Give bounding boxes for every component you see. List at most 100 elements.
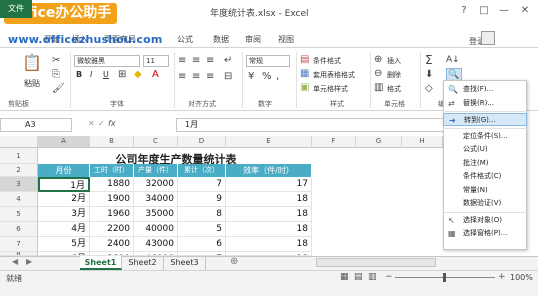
table-cell[interactable]: 18: [226, 222, 312, 237]
column-header[interactable]: A: [38, 136, 90, 148]
table-cell[interactable]: 3月: [38, 207, 90, 222]
table-cell[interactable]: 18: [226, 192, 312, 207]
table-cell[interactable]: 40000: [134, 222, 178, 237]
menu-item[interactable]: 定位条件(S)...: [443, 130, 527, 143]
conditional-format-icon[interactable]: ▤: [300, 55, 309, 65]
copy-icon[interactable]: ⎘: [52, 70, 60, 80]
column-header[interactable]: D: [178, 136, 226, 148]
clear-icon[interactable]: ◇: [425, 84, 433, 94]
percent-icon[interactable]: %: [262, 72, 272, 82]
avatar[interactable]: [481, 31, 495, 45]
row-header[interactable]: 5: [0, 207, 38, 222]
column-header[interactable]: C: [134, 136, 178, 148]
border-icon[interactable]: ⊞: [118, 70, 126, 80]
column-header[interactable]: G: [356, 136, 402, 148]
menu-item[interactable]: 条件格式(C): [443, 170, 527, 183]
sheet-title-cell[interactable]: 公司年度生产数量统计表: [39, 151, 313, 166]
table-cell[interactable]: 17: [226, 177, 312, 192]
comma-icon[interactable]: ,: [276, 72, 279, 82]
table-cell[interactable]: 1880: [90, 177, 134, 192]
table-cell[interactable]: 9: [178, 192, 226, 207]
table-header-cell[interactable]: 产量（件）: [134, 164, 178, 177]
table-cell[interactable]: 35000: [134, 207, 178, 222]
menu-item[interactable]: ➜ 转到(G)...: [443, 113, 527, 126]
horizontal-scrollbar[interactable]: [316, 258, 436, 267]
table-cell[interactable]: 6: [178, 237, 226, 252]
table-cell[interactable]: 43000: [134, 237, 178, 252]
help-button[interactable]: ?: [456, 3, 472, 19]
zoom-in-icon[interactable]: +: [498, 272, 506, 282]
column-header[interactable]: H: [402, 136, 443, 148]
tab-review[interactable]: 审阅: [245, 34, 261, 45]
name-box[interactable]: A3: [0, 118, 72, 132]
align-top-icon[interactable]: ≡: [178, 56, 186, 66]
sheet-tab-sheet2[interactable]: Sheet2: [122, 256, 164, 270]
select-all-corner[interactable]: [0, 136, 38, 148]
table-header-cell[interactable]: 月份: [38, 164, 90, 177]
page-layout-view-icon[interactable]: ▤: [354, 272, 363, 282]
format-painter-icon[interactable]: 🖌: [52, 84, 65, 94]
insert-cells-button[interactable]: 插入: [387, 56, 401, 66]
paste-label[interactable]: 粘贴: [24, 78, 40, 89]
table-format-button[interactable]: 套用表格格式: [313, 70, 355, 80]
column-header[interactable]: B: [90, 136, 134, 148]
tab-formulas[interactable]: 公式: [177, 34, 193, 45]
table-cell[interactable]: 34000: [134, 192, 178, 207]
delete-cells-button[interactable]: 删除: [387, 70, 401, 80]
table-cell[interactable]: 4月: [38, 222, 90, 237]
page-break-view-icon[interactable]: ▥: [368, 272, 377, 282]
fill-icon[interactable]: ⬇: [425, 70, 433, 80]
cell-style-icon[interactable]: ▣: [300, 83, 309, 93]
row-header[interactable]: 6: [0, 222, 38, 237]
tab-file[interactable]: 文件: [0, 0, 32, 18]
menu-item[interactable]: 常量(N): [443, 184, 527, 197]
font-size-box[interactable]: 11: [143, 55, 169, 67]
conditional-format-button[interactable]: 条件格式: [313, 56, 341, 66]
enter-formula-icon[interactable]: ✓: [98, 119, 105, 128]
cancel-formula-icon[interactable]: ✕: [88, 119, 95, 128]
number-format-box[interactable]: 常规: [246, 55, 290, 67]
merge-icon[interactable]: ⊟: [224, 72, 232, 82]
menu-item[interactable]: 数据验证(V): [443, 197, 527, 210]
table-header-cell[interactable]: 累计（次）: [178, 164, 226, 177]
row-header[interactable]: 4: [0, 192, 38, 207]
scroll-right-icon[interactable]: ▶: [26, 257, 32, 266]
minimize-button[interactable]: —: [496, 3, 512, 19]
font-name-box[interactable]: 微软雅黑: [74, 55, 140, 67]
scroll-left-icon[interactable]: ◀: [12, 257, 18, 266]
row-header[interactable]: 7: [0, 237, 38, 252]
paste-icon[interactable]: 📋: [22, 55, 42, 71]
table-header-cell[interactable]: 效率（件/时）: [226, 164, 312, 177]
table-cell[interactable]: 18: [226, 207, 312, 222]
bold-button[interactable]: B: [76, 70, 82, 79]
table-cell[interactable]: 2月: [38, 192, 90, 207]
align-middle-icon[interactable]: ≡: [192, 56, 200, 66]
normal-view-icon[interactable]: ▦: [340, 272, 349, 282]
table-cell[interactable]: 5: [178, 222, 226, 237]
fill-color-icon[interactable]: ◆: [134, 70, 142, 80]
format-cells-button[interactable]: 格式: [387, 84, 401, 94]
delete-cells-icon[interactable]: ⊖: [374, 69, 382, 79]
table-cell[interactable]: 1960: [90, 207, 134, 222]
table-cell[interactable]: 8: [178, 207, 226, 222]
menu-item[interactable]: ↖ 选择对象(O): [443, 214, 527, 227]
font-color-icon[interactable]: A: [152, 70, 159, 80]
menu-item[interactable]: 批注(M): [443, 157, 527, 170]
underline-button[interactable]: U: [103, 70, 109, 79]
insert-function-icon[interactable]: fx: [108, 119, 116, 128]
align-bottom-icon[interactable]: ≡: [206, 56, 214, 66]
align-right-icon[interactable]: ≡: [206, 72, 214, 82]
wrap-text-icon[interactable]: ↵: [224, 56, 232, 66]
new-sheet-icon[interactable]: ⊕: [230, 256, 238, 267]
sheet-tab-sheet1[interactable]: Sheet1: [80, 256, 122, 270]
currency-icon[interactable]: ¥: [248, 72, 254, 82]
menu-item[interactable]: 🔍 查找(F)...: [443, 83, 527, 96]
tab-view[interactable]: 视图: [278, 34, 294, 45]
format-cells-icon[interactable]: ▥: [374, 83, 383, 93]
active-cell[interactable]: 1月: [38, 177, 90, 192]
column-header[interactable]: E: [226, 136, 312, 148]
table-cell[interactable]: 18: [226, 237, 312, 252]
table-cell[interactable]: 1900: [90, 192, 134, 207]
column-header[interactable]: F: [312, 136, 356, 148]
row-header[interactable]: 1: [0, 148, 38, 164]
